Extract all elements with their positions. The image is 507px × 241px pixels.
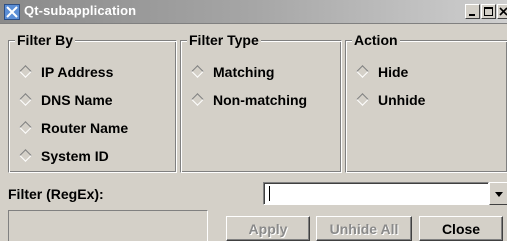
radio-diamond-icon — [19, 65, 32, 78]
radio-diamond-icon — [191, 93, 204, 106]
maximize-button[interactable] — [481, 4, 496, 19]
radio-diamond-icon — [19, 149, 32, 162]
close-window-button[interactable] — [497, 4, 507, 19]
radio-diamond-icon — [19, 121, 32, 134]
radio-label: Non-matching — [213, 92, 308, 108]
filter-by-title: Filter By — [15, 31, 76, 49]
filter-by-group: Filter By IP Address DNS Name Router Nam… — [8, 31, 177, 173]
action-group: Action Hide Unhide — [345, 31, 507, 173]
filter-regex-label: Filter (RegEx): — [8, 186, 104, 202]
filter-dropdown-button[interactable] — [489, 182, 507, 205]
filter-regex-input[interactable] — [263, 182, 489, 205]
radio-diamond-icon — [19, 93, 32, 106]
radio-label: IP Address — [41, 64, 114, 80]
text-caret — [269, 186, 270, 201]
filter-type-title: Filter Type — [187, 31, 261, 49]
filter-type-group: Filter Type Matching Non-matching — [180, 31, 342, 173]
unhide-all-button[interactable]: Unhide All — [316, 216, 412, 241]
radio-label: Unhide — [378, 92, 426, 108]
title-bar[interactable]: Qt-subapplication — [0, 0, 507, 24]
chevron-down-icon — [495, 192, 503, 197]
status-area — [8, 210, 208, 241]
radio-diamond-icon — [191, 65, 204, 78]
close-button[interactable]: Close — [419, 216, 503, 241]
radio-diamond-icon — [356, 93, 369, 106]
radio-label: Router Name — [41, 120, 129, 136]
radio-label: Hide — [378, 64, 409, 80]
app-icon[interactable] — [4, 4, 20, 20]
radio-label: DNS Name — [41, 92, 113, 108]
window-title: Qt-subapplication — [24, 3, 137, 18]
apply-button[interactable]: Apply — [226, 216, 310, 241]
radio-label: Matching — [213, 64, 275, 80]
radio-label: System ID — [41, 148, 109, 164]
minimize-button[interactable] — [465, 4, 480, 19]
radio-diamond-icon — [356, 65, 369, 78]
action-title: Action — [352, 31, 400, 49]
